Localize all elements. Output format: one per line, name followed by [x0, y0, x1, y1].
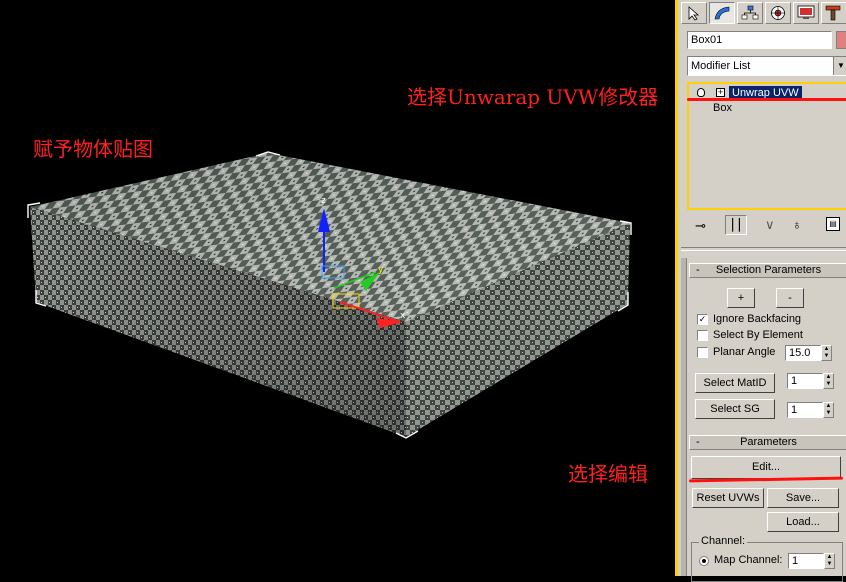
remove-modifier-icon[interactable]: ♁ — [792, 217, 802, 232]
svg-text:x: x — [400, 311, 406, 321]
stack-toolbar: ⊸ ⏐⏐ ∨ ♁ ▤ — [687, 214, 846, 236]
selection-parameters-title: Selection Parameters — [715, 264, 822, 276]
modifier-list-dropdown[interactable]: Modifier List ▼ — [687, 56, 846, 76]
modify-icon — [714, 6, 730, 20]
lightbulb-icon[interactable] — [697, 88, 705, 97]
radio-dot — [702, 559, 706, 563]
motion-tab[interactable] — [765, 2, 791, 24]
modify-tab[interactable] — [709, 2, 735, 24]
chevron-down-icon: ▼ — [833, 57, 846, 75]
modifier-list-label: Modifier List — [691, 60, 751, 72]
configure-sets-icon[interactable]: ▤ — [826, 217, 840, 231]
select-sg-spinner[interactable]: ▲ ▼ — [823, 402, 834, 418]
selection-parameters-rollout[interactable]: - Selection Parameters — [689, 263, 846, 278]
map-channel-radio[interactable] — [699, 556, 709, 566]
ignore-backfacing-label: Ignore Backfacing — [713, 313, 802, 325]
object-name-field[interactable]: Box01 — [687, 31, 832, 49]
command-panel: Box01 Modifier List ▼ + Unwrap UVW Box ⊸… — [675, 0, 846, 582]
hierarchy-tab[interactable] — [737, 2, 763, 24]
separator — [681, 247, 846, 251]
create-icon — [688, 6, 700, 21]
stack-item-box-label: Box — [713, 102, 732, 114]
annotation-underline-unwrap — [687, 98, 846, 101]
utilities-icon — [825, 5, 841, 21]
parameters-rollout[interactable]: - Parameters — [689, 435, 846, 450]
svg-text:y: y — [378, 265, 384, 275]
modifier-stack[interactable]: + Unwrap UVW Box — [687, 82, 846, 210]
select-sg-input[interactable]: 1 — [787, 402, 823, 418]
map-channel-input[interactable]: 1 — [788, 553, 824, 569]
load-button[interactable]: Load... — [767, 512, 839, 532]
object-color-swatch[interactable] — [836, 31, 846, 49]
stack-item-box[interactable]: Box — [713, 102, 732, 114]
display-tab[interactable] — [793, 2, 819, 24]
select-matid-input[interactable]: 1 — [787, 373, 823, 389]
motion-icon — [771, 6, 785, 20]
panel-scrollbar[interactable] — [681, 258, 687, 576]
edit-button[interactable]: Edit... — [691, 456, 841, 479]
ignore-backfacing-checkbox[interactable]: ✓ — [697, 314, 708, 325]
map-channel-label: Map Channel: — [714, 554, 783, 566]
show-end-result-icon[interactable]: ⏐⏐ — [725, 215, 747, 235]
object-name-value: Box01 — [691, 34, 723, 46]
pin-stack-icon[interactable]: ⊸ — [695, 218, 706, 234]
create-tab[interactable] — [681, 2, 707, 24]
reset-uvws-button[interactable]: Reset UVWs — [692, 488, 764, 508]
svg-text:z: z — [321, 196, 326, 206]
map-channel-spinner[interactable]: ▲ ▼ — [824, 553, 835, 569]
planar-angle-checkbox[interactable] — [697, 347, 708, 358]
annotation-assign-map: 赋予物体贴图 — [33, 137, 153, 161]
perspective-viewport[interactable]: z y x 赋予物体贴图 选择Unwarap UVW修改器 选择编辑 — [0, 0, 675, 576]
make-unique-icon[interactable]: ∨ — [765, 217, 775, 233]
utilities-tab[interactable] — [821, 2, 846, 24]
hierarchy-icon — [741, 5, 759, 20]
select-by-element-label: Select By Element — [713, 329, 803, 341]
parameters-title: Parameters — [740, 436, 797, 448]
planar-angle-input[interactable]: 15.0 — [785, 345, 821, 361]
channel-label: Channel: — [699, 535, 748, 547]
select-matid-spinner[interactable]: ▲ ▼ — [823, 373, 834, 389]
save-button[interactable]: Save... — [767, 488, 839, 508]
planar-angle-spinner[interactable]: ▲ ▼ — [821, 345, 832, 361]
shrink-selection-button[interactable]: - — [776, 288, 804, 308]
select-by-element-checkbox[interactable] — [697, 330, 708, 341]
grow-selection-button[interactable]: + — [727, 288, 755, 308]
annotation-select-edit: 选择编辑 — [568, 462, 648, 486]
planar-angle-label: Planar Angle — [713, 346, 776, 358]
annotation-select-unwrap: 选择Unwarap UVW修改器 — [407, 85, 659, 109]
select-sg-button[interactable]: Select SG — [695, 399, 775, 419]
select-matid-button[interactable]: Select MatID — [695, 373, 775, 393]
display-icon — [797, 5, 815, 19]
expand-plus-icon[interactable]: + — [716, 88, 725, 97]
